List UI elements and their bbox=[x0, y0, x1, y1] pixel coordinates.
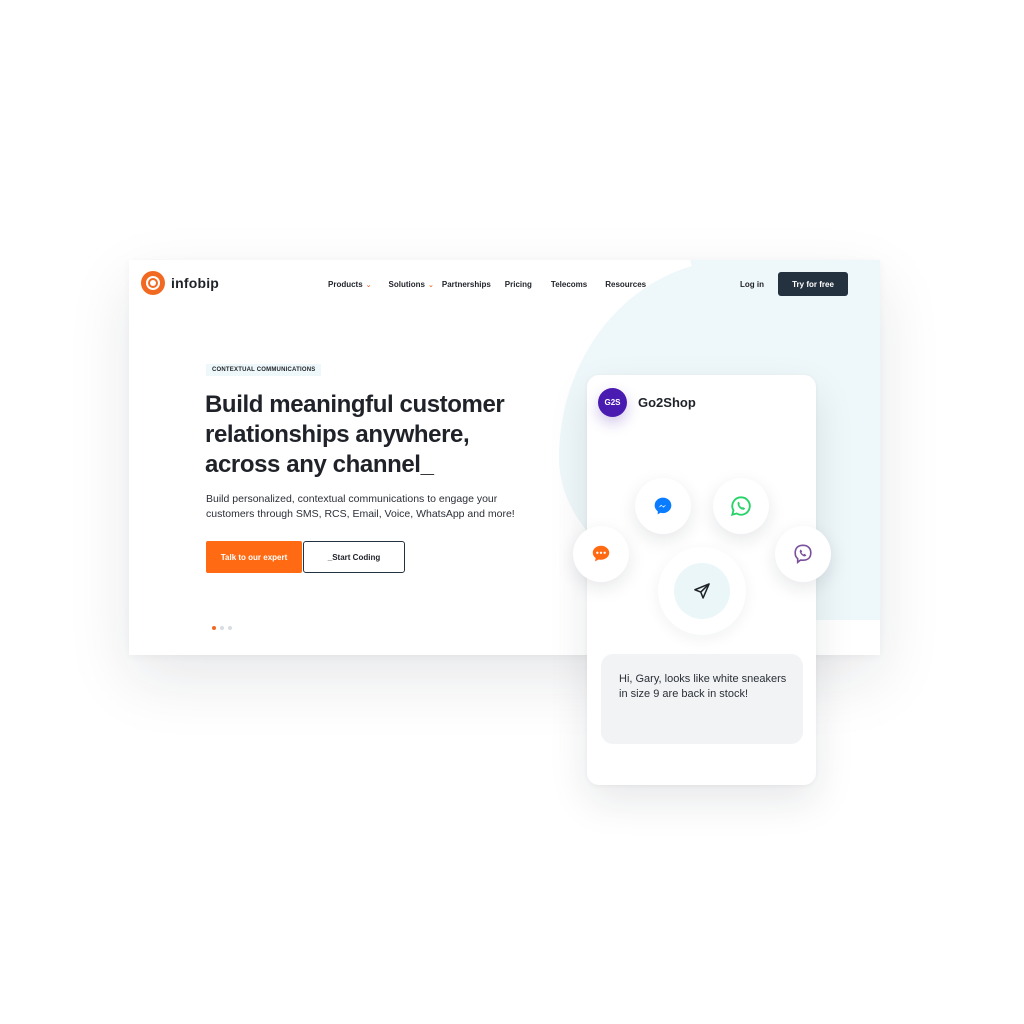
whatsapp-bubble bbox=[713, 478, 769, 534]
nav-item-solutions[interactable]: Solutions ⌄ bbox=[389, 280, 434, 289]
shop-name: Go2Shop bbox=[638, 395, 696, 410]
chat-bubble bbox=[573, 526, 629, 582]
chat-message: Hi, Gary, looks like white sneakers in s… bbox=[601, 654, 803, 744]
carousel-dot-active[interactable] bbox=[212, 626, 216, 630]
nav-label: Telecoms bbox=[550, 280, 588, 289]
nav-item-partnerships[interactable]: Partnerships bbox=[442, 280, 491, 289]
infobip-logo-icon bbox=[141, 271, 165, 295]
nav-item-pricing[interactable]: Pricing bbox=[505, 280, 532, 289]
viber-icon bbox=[794, 544, 812, 564]
brand-name: infobip bbox=[171, 275, 220, 291]
messenger-icon bbox=[654, 497, 672, 515]
nav-label: Partnerships bbox=[441, 280, 491, 289]
nav-label: Pricing bbox=[504, 280, 532, 289]
carousel-dots bbox=[212, 626, 232, 630]
login-link[interactable]: Log in bbox=[740, 280, 764, 289]
nav-item-products[interactable]: Products ⌄ bbox=[328, 280, 372, 289]
chat-message-text: Hi, Gary, looks like white sneakers in s… bbox=[619, 673, 787, 700]
send-button-ring bbox=[658, 547, 746, 635]
avatar: G2S bbox=[598, 388, 627, 417]
talk-to-expert-button[interactable]: Talk to our expert bbox=[206, 541, 302, 573]
infobip-logo[interactable]: infobip bbox=[141, 271, 219, 295]
nav-label: Products bbox=[328, 280, 363, 289]
nav-item-resources[interactable]: Resources bbox=[605, 280, 646, 289]
carousel-dot[interactable] bbox=[220, 626, 224, 630]
nav-label: Resources bbox=[605, 280, 647, 289]
nav-item-telecoms[interactable]: Telecoms bbox=[551, 280, 587, 289]
chat-icon bbox=[592, 545, 610, 562]
try-for-free-button[interactable]: Try for free bbox=[778, 272, 848, 296]
section-tag: CONTEXTUAL COMMUNICATIONS bbox=[206, 364, 322, 376]
send-button[interactable] bbox=[674, 563, 730, 619]
messenger-bubble bbox=[635, 478, 691, 534]
hero-headline: Build meaningful customer relationships … bbox=[205, 391, 505, 478]
viber-bubble bbox=[775, 526, 831, 582]
main-nav: Products ⌄ Solutions ⌄ Partnerships Pric… bbox=[328, 280, 663, 289]
carousel-dot[interactable] bbox=[228, 626, 232, 630]
hero-subtitle: Build personalized, contextual communica… bbox=[206, 493, 515, 520]
chevron-down-icon: ⌄ bbox=[428, 281, 434, 289]
whatsapp-icon bbox=[730, 496, 751, 517]
start-coding-button[interactable]: _Start Coding bbox=[303, 541, 405, 573]
nav-label: Solutions bbox=[388, 280, 425, 289]
chevron-down-icon: ⌄ bbox=[365, 281, 372, 289]
send-icon bbox=[694, 583, 710, 599]
